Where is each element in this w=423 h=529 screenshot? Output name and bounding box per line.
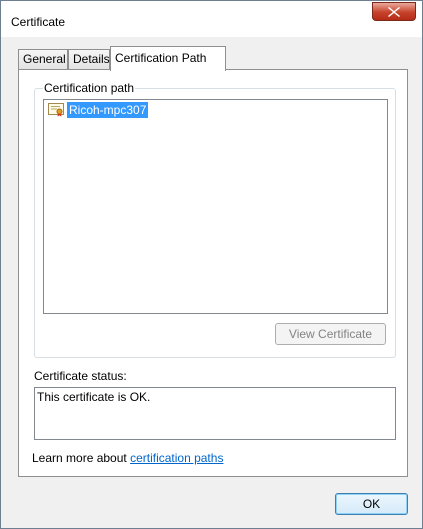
tab-panel: Certification path Ricoh-mpc307 View Cer… <box>18 69 408 477</box>
group-legend: Certification path <box>43 81 136 95</box>
ok-button[interactable]: OK <box>335 493 408 515</box>
view-certificate-button[interactable]: View Certificate <box>275 323 386 345</box>
certificate-status-box[interactable]: This certificate is OK. <box>34 387 396 440</box>
tab-certification-path[interactable]: Certification Path <box>110 46 226 71</box>
certificate-dialog: Certificate General Details Certificatio… <box>0 0 423 529</box>
tab-general[interactable]: General <box>18 49 68 69</box>
close-icon <box>388 7 400 17</box>
window-title: Certificate <box>11 15 66 29</box>
learn-more-prefix: Learn more about <box>32 451 131 465</box>
certificate-icon <box>48 103 64 117</box>
title-bar: Certificate <box>1 1 422 37</box>
tab-details[interactable]: Details <box>68 49 110 69</box>
learn-more: Learn more about certification paths <box>32 451 223 465</box>
certification-path-tree[interactable]: Ricoh-mpc307 <box>43 99 388 314</box>
tree-item-label: Ricoh-mpc307 <box>67 102 149 118</box>
certificate-status-label: Certificate status: <box>34 369 127 383</box>
certification-path-group: Certification path Ricoh-mpc307 View Cer… <box>34 81 396 358</box>
certification-paths-link[interactable]: certification paths <box>130 451 223 465</box>
close-button[interactable] <box>372 2 416 21</box>
certificate-status-text: This certificate is OK. <box>37 390 151 404</box>
